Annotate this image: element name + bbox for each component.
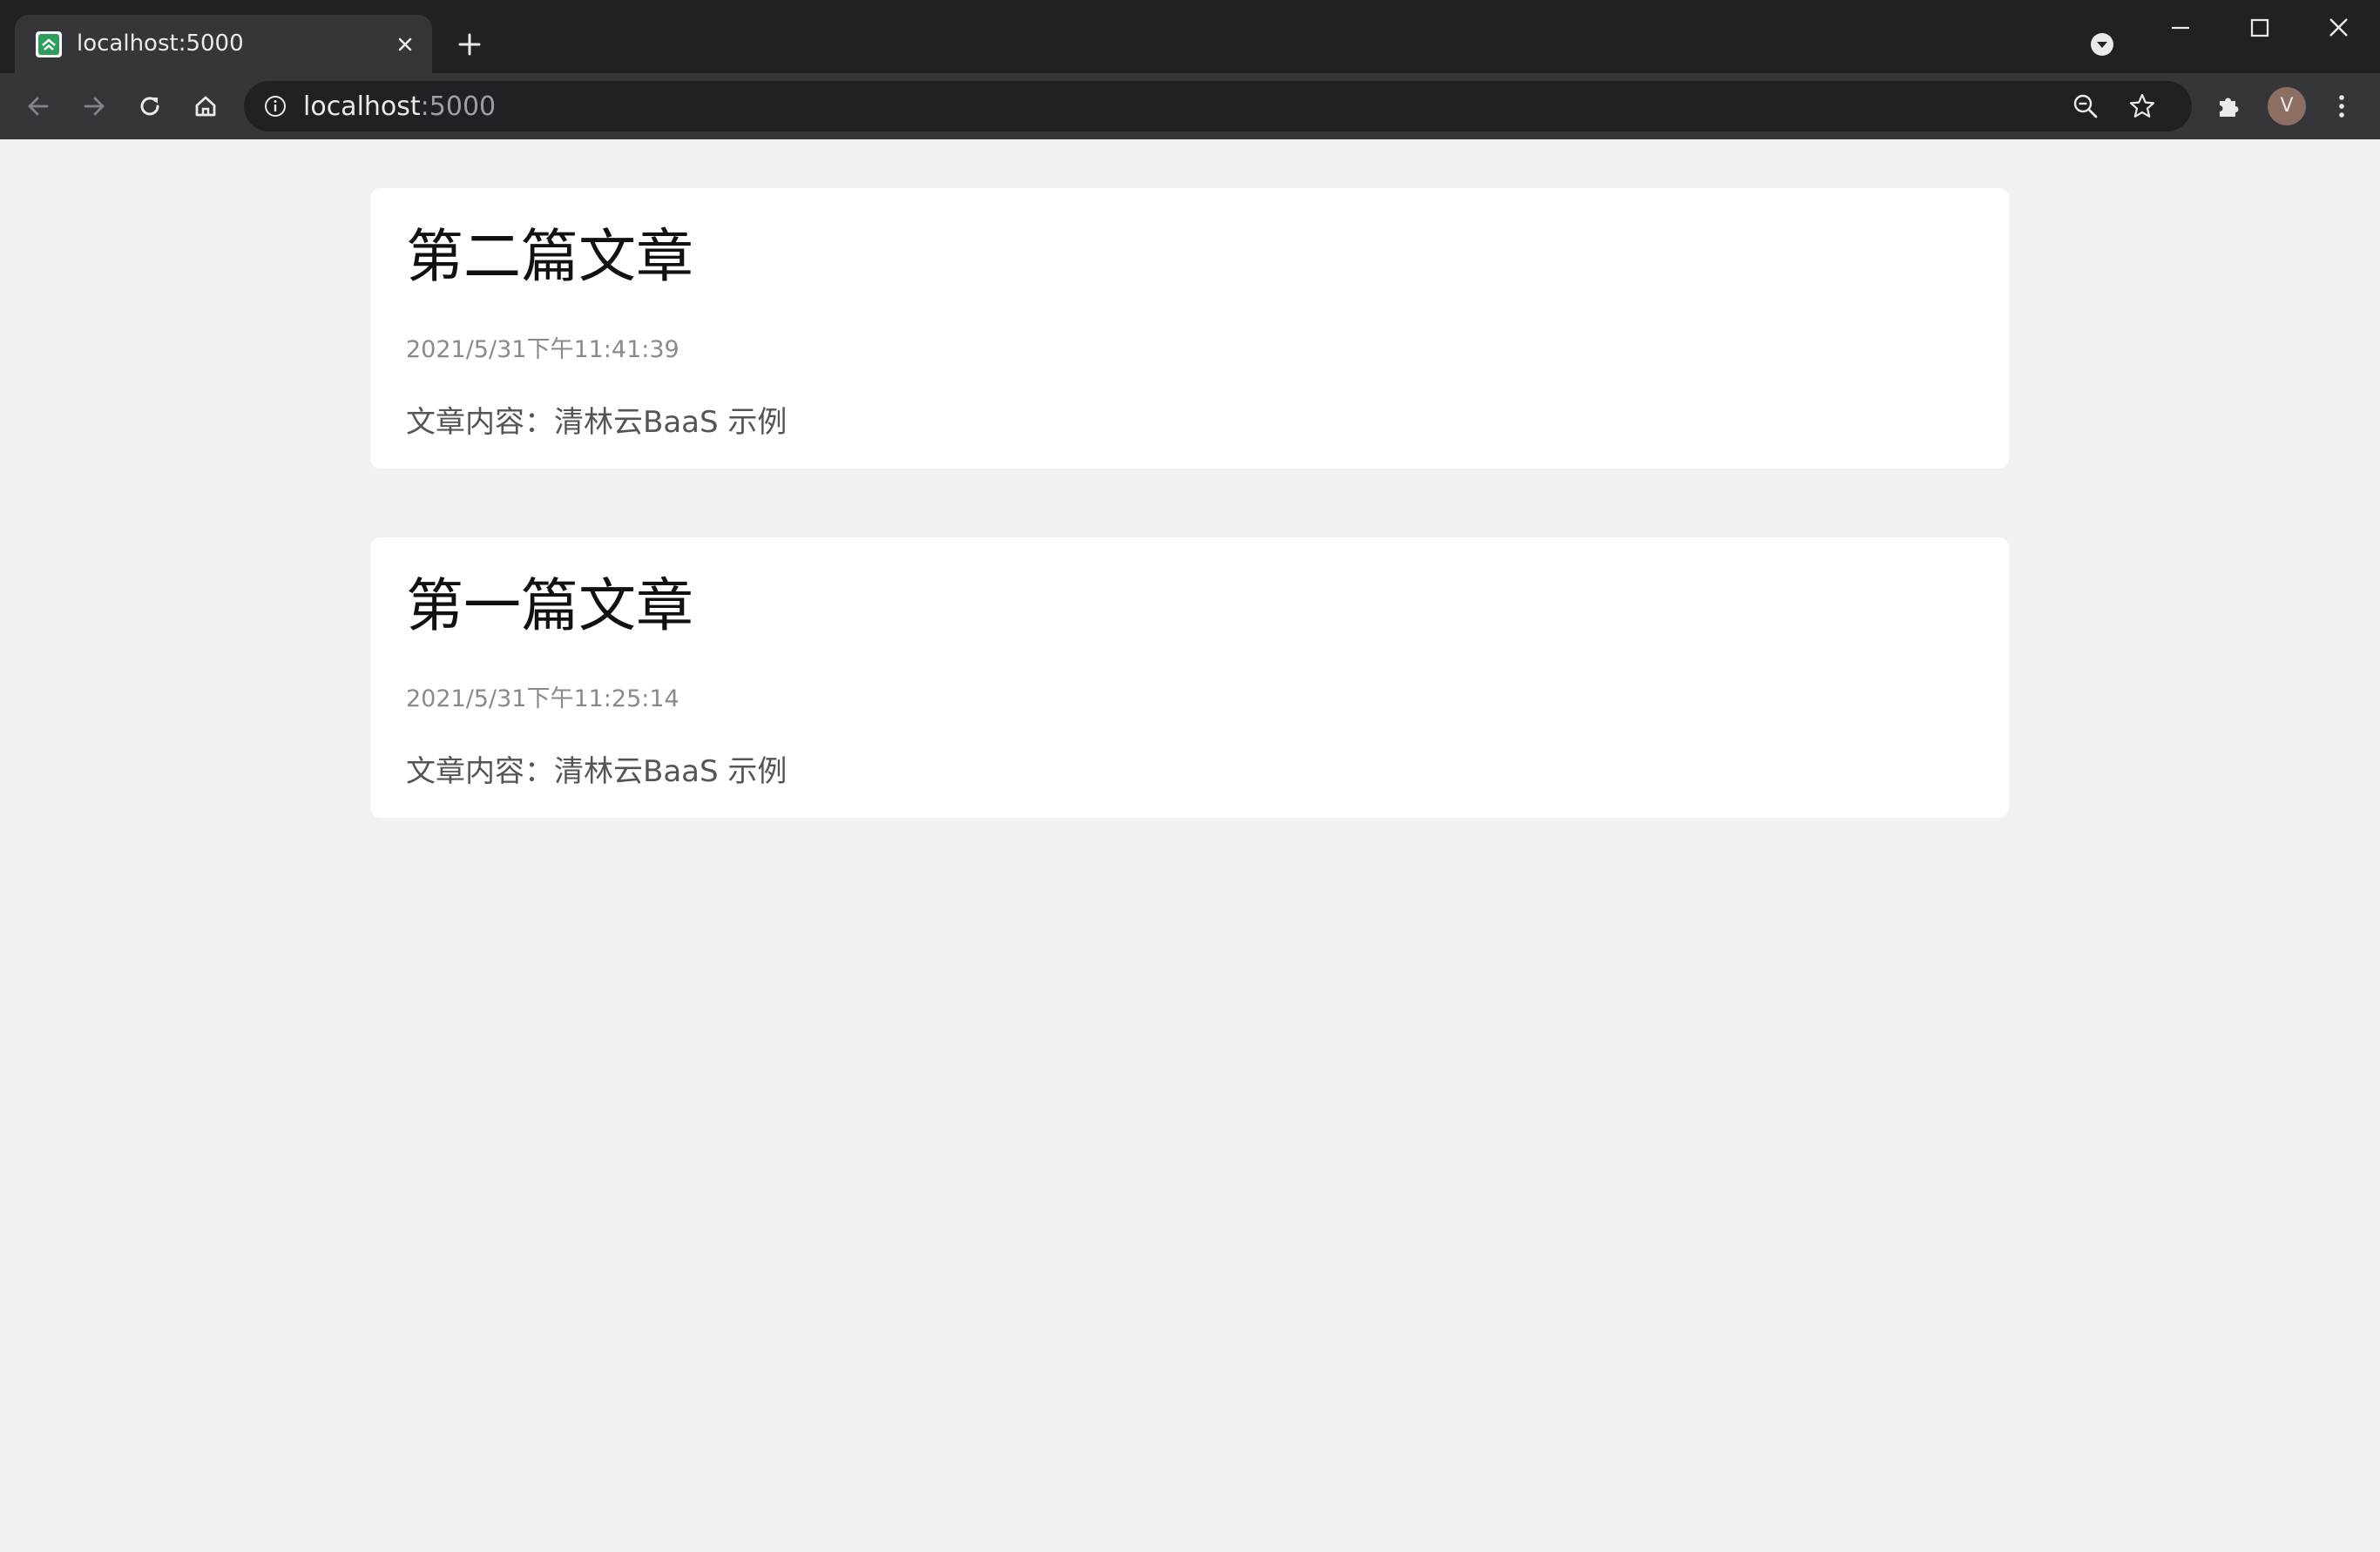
address-bar[interactable]: localhost:5000 [244,81,2192,132]
close-window-icon[interactable] [2323,12,2354,44]
site-info-icon[interactable] [263,94,287,118]
kebab-menu-icon[interactable] [2326,91,2357,122]
browser-toolbar: localhost:5000 V [0,73,2380,139]
reload-icon[interactable] [134,91,166,122]
tab-close-icon[interactable] [391,30,419,58]
article-card: 第一篇文章 2021/5/31下午11:25:14 文章内容：清林云BaaS 示… [370,537,2009,818]
extensions-puzzle-icon[interactable] [2214,91,2245,122]
bookmark-star-icon[interactable] [2127,91,2157,121]
article-content: 文章内容：清林云BaaS 示例 [406,405,788,440]
profile-avatar[interactable]: V [2268,87,2306,125]
home-icon[interactable] [190,91,221,122]
article-title: 第二篇文章 [406,223,693,290]
tab-title: localhost:5000 [77,30,244,57]
app-favicon-icon [36,31,62,57]
url-host: localhost [303,91,421,122]
back-arrow-icon[interactable] [23,91,54,122]
article-title: 第一篇文章 [406,572,693,639]
tab-search-chevron-icon[interactable] [2087,30,2117,59]
article-date: 2021/5/31下午11:41:39 [406,336,680,363]
minimize-window-icon[interactable] [2165,12,2196,44]
maximize-window-icon[interactable] [2243,12,2275,44]
browser-tab[interactable]: localhost:5000 [15,15,432,73]
url-port: :5000 [420,91,497,122]
tab-strip: localhost:5000 [0,0,2380,73]
address-url: localhost:5000 [303,91,496,122]
article-content: 文章内容：清林云BaaS 示例 [406,754,788,789]
article-card: 第二篇文章 2021/5/31下午11:41:39 文章内容：清林云BaaS 示… [370,188,2009,469]
article-date: 2021/5/31下午11:25:14 [406,685,680,712]
forward-arrow-icon[interactable] [78,91,110,122]
zoom-out-icon[interactable] [2071,91,2100,121]
page-content: 第二篇文章 2021/5/31下午11:41:39 文章内容：清林云BaaS 示… [0,139,2380,1552]
new-tab-plus-icon[interactable] [455,30,484,59]
